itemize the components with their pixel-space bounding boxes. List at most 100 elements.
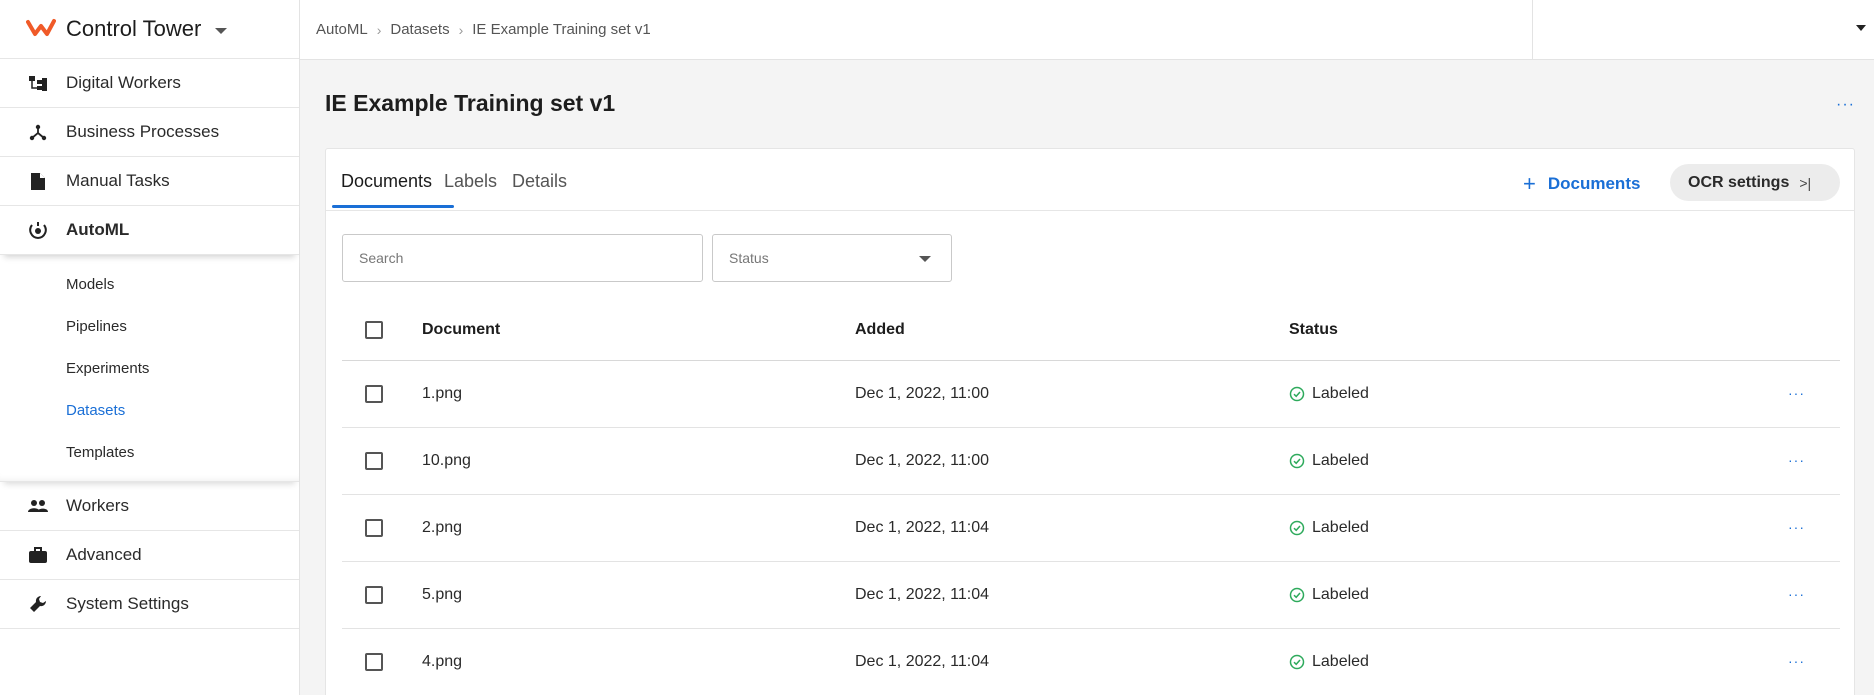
row-checkbox[interactable] bbox=[365, 385, 383, 403]
subnav-item-models[interactable]: Models bbox=[0, 263, 299, 305]
sidebar-item-advanced[interactable]: Advanced bbox=[0, 531, 299, 580]
caret-down-icon bbox=[1856, 25, 1866, 31]
app-switcher[interactable]: Control Tower bbox=[0, 0, 299, 59]
check-circle-icon bbox=[1289, 654, 1305, 670]
row-more-menu-icon[interactable]: ··· bbox=[1788, 653, 1805, 669]
tab-bar: Documents Labels Details + Documents OCR… bbox=[326, 149, 1854, 211]
main-content: IE Example Training set v1 ··· Documents… bbox=[300, 60, 1874, 695]
sidebar-item-label: Business Processes bbox=[66, 122, 220, 141]
breadcrumb-current: IE Example Training set v1 bbox=[472, 21, 651, 38]
sidebar-item-label: Digital Workers bbox=[66, 73, 181, 92]
brand-logo-icon bbox=[26, 19, 56, 36]
row-more-menu-icon[interactable]: ··· bbox=[1788, 586, 1805, 602]
breadcrumb-automl[interactable]: AutoML bbox=[316, 21, 368, 38]
row-checkbox[interactable] bbox=[365, 653, 383, 671]
breadcrumb: AutoML › Datasets › IE Example Training … bbox=[316, 21, 651, 38]
sidebar-item-business-processes[interactable]: Business Processes bbox=[0, 108, 299, 157]
people-icon bbox=[27, 495, 49, 517]
row-checkbox[interactable] bbox=[365, 452, 383, 470]
active-tab-indicator bbox=[332, 205, 454, 208]
add-documents-label: Documents bbox=[1547, 174, 1641, 193]
status-filter-select[interactable]: Status bbox=[712, 234, 952, 282]
status-label: Labeled bbox=[1312, 519, 1369, 536]
status-cell: Labeled bbox=[1289, 385, 1369, 403]
document-icon bbox=[27, 170, 49, 192]
added-date: Dec 1, 2022, 11:00 bbox=[855, 385, 990, 402]
subnav-item-pipelines[interactable]: Pipelines bbox=[0, 305, 299, 347]
documents-table: Document Added Status 1.png Dec 1, 2022,… bbox=[342, 299, 1840, 695]
column-header-document[interactable]: Document bbox=[422, 321, 500, 339]
sidebar-item-label: System Settings bbox=[66, 594, 189, 613]
table-row[interactable]: 1.png Dec 1, 2022, 11:00 Labeled ··· bbox=[342, 361, 1840, 428]
automl-subnav: Models Pipelines Experiments Datasets Te… bbox=[0, 255, 299, 482]
wrench-icon bbox=[27, 593, 49, 615]
app-title: Control Tower bbox=[66, 16, 202, 41]
search-input[interactable] bbox=[342, 234, 703, 282]
chevron-right-icon: › bbox=[458, 21, 464, 38]
briefcase-icon bbox=[27, 544, 49, 566]
page-title: IE Example Training set v1 bbox=[325, 90, 616, 116]
row-checkbox[interactable] bbox=[365, 519, 383, 537]
status-label: Labeled bbox=[1312, 586, 1369, 603]
row-more-menu-icon[interactable]: ··· bbox=[1788, 452, 1805, 468]
org-chart-icon bbox=[27, 72, 49, 94]
sidebar-item-workers[interactable]: Workers bbox=[0, 482, 299, 531]
sidebar-item-label: Manual Tasks bbox=[66, 171, 170, 190]
document-name[interactable]: 5.png bbox=[422, 586, 462, 604]
table-row[interactable]: 4.png Dec 1, 2022, 11:04 Labeled ··· bbox=[342, 629, 1840, 695]
row-checkbox[interactable] bbox=[365, 586, 383, 604]
check-circle-icon bbox=[1289, 520, 1305, 536]
column-header-status[interactable]: Status bbox=[1289, 321, 1338, 339]
row-more-menu-icon[interactable]: ··· bbox=[1788, 385, 1805, 401]
caret-down-icon bbox=[919, 256, 931, 262]
chevron-right-icon: › bbox=[376, 21, 382, 38]
table-row[interactable]: 10.png Dec 1, 2022, 11:00 Labeled ··· bbox=[342, 428, 1840, 495]
dataset-card: Documents Labels Details + Documents OCR… bbox=[325, 148, 1855, 695]
ocr-settings-label: OCR settings bbox=[1688, 173, 1790, 191]
select-all-checkbox[interactable] bbox=[365, 320, 383, 339]
add-documents-button[interactable]: + Documents bbox=[1523, 173, 1640, 195]
document-name[interactable]: 1.png bbox=[422, 385, 462, 403]
table-row[interactable]: 5.png Dec 1, 2022, 11:04 Labeled ··· bbox=[342, 562, 1840, 629]
tab-details[interactable]: Details bbox=[512, 171, 567, 202]
page-more-menu-icon[interactable]: ··· bbox=[1836, 96, 1855, 114]
sidebar: Control Tower Digital Workers Business P… bbox=[0, 0, 300, 695]
filter-bar: Status bbox=[342, 234, 952, 282]
check-circle-icon bbox=[1289, 587, 1305, 603]
column-header-added[interactable]: Added bbox=[855, 321, 905, 339]
table-header: Document Added Status bbox=[342, 299, 1840, 361]
document-name[interactable]: 10.png bbox=[422, 452, 471, 470]
check-circle-icon bbox=[1289, 386, 1305, 402]
tab-labels[interactable]: Labels bbox=[444, 171, 497, 202]
sidebar-item-automl[interactable]: AutoML bbox=[0, 206, 299, 255]
status-cell: Labeled bbox=[1289, 452, 1369, 470]
collapse-right-icon: >| bbox=[1799, 174, 1812, 191]
added-date: Dec 1, 2022, 11:04 bbox=[855, 519, 990, 536]
chevron-down-icon bbox=[215, 28, 228, 34]
status-label: Labeled bbox=[1312, 385, 1369, 402]
ocr-settings-button[interactable]: OCR settings >| bbox=[1670, 164, 1840, 201]
table-row[interactable]: 2.png Dec 1, 2022, 11:04 Labeled ··· bbox=[342, 495, 1840, 562]
added-date: Dec 1, 2022, 11:04 bbox=[855, 586, 990, 603]
sidebar-item-label: AutoML bbox=[66, 220, 130, 239]
tab-documents[interactable]: Documents bbox=[341, 171, 432, 202]
top-bar: AutoML › Datasets › IE Example Training … bbox=[300, 0, 1874, 60]
subnav-item-templates[interactable]: Templates bbox=[0, 431, 299, 473]
document-name[interactable]: 4.png bbox=[422, 653, 462, 671]
status-cell: Labeled bbox=[1289, 586, 1369, 604]
breadcrumb-datasets[interactable]: Datasets bbox=[390, 21, 449, 38]
sidebar-item-manual-tasks[interactable]: Manual Tasks bbox=[0, 157, 299, 206]
subnav-item-experiments[interactable]: Experiments bbox=[0, 347, 299, 389]
status-label: Labeled bbox=[1312, 653, 1369, 670]
sidebar-item-system-settings[interactable]: System Settings bbox=[0, 580, 299, 629]
check-circle-icon bbox=[1289, 453, 1305, 469]
account-menu[interactable] bbox=[1532, 0, 1874, 60]
automl-icon bbox=[27, 219, 49, 241]
status-cell: Labeled bbox=[1289, 519, 1369, 537]
sidebar-item-digital-workers[interactable]: Digital Workers bbox=[0, 59, 299, 108]
subnav-item-datasets[interactable]: Datasets bbox=[0, 389, 299, 431]
document-name[interactable]: 2.png bbox=[422, 519, 462, 537]
row-more-menu-icon[interactable]: ··· bbox=[1788, 519, 1805, 535]
added-date: Dec 1, 2022, 11:00 bbox=[855, 452, 990, 469]
sidebar-item-label: Advanced bbox=[66, 545, 142, 564]
